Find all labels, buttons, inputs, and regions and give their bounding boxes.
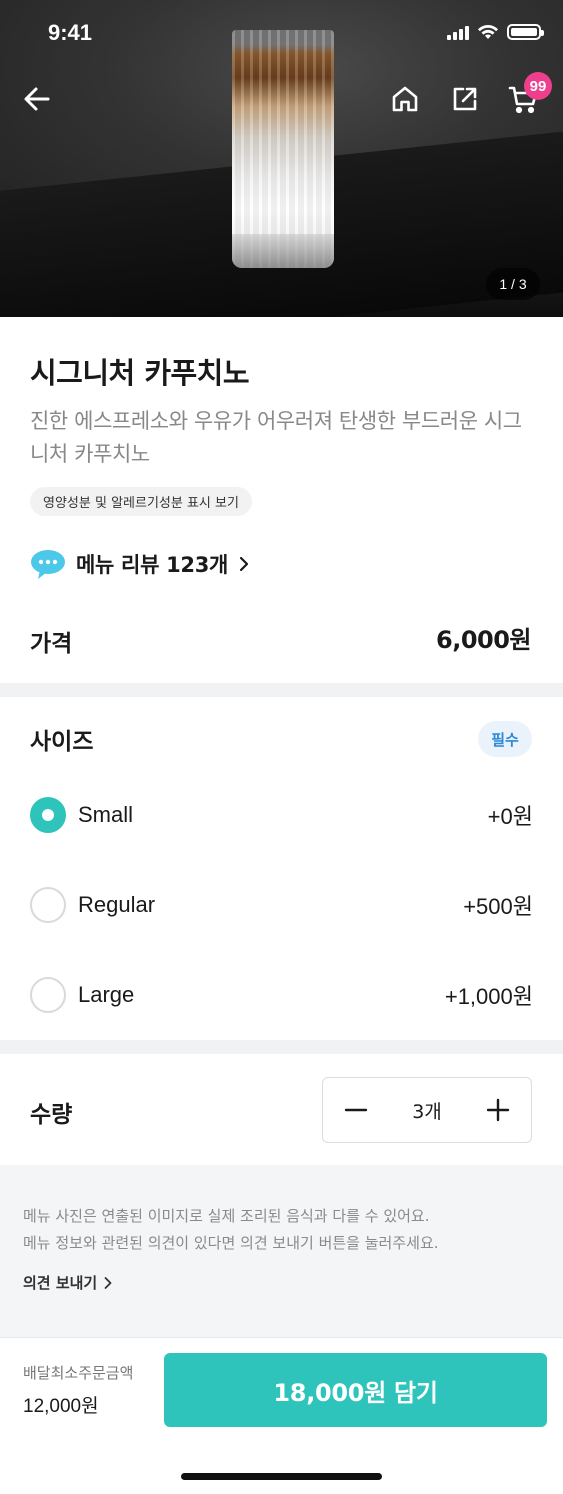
quantity-stepper: 3개: [322, 1077, 532, 1143]
size-option-price: +500원: [463, 894, 533, 919]
send-feedback-link[interactable]: 의견 보내기: [23, 1272, 113, 1293]
back-button[interactable]: [20, 82, 54, 116]
send-feedback-label: 의견 보내기: [23, 1274, 98, 1292]
size-option-price: +0원: [487, 804, 533, 829]
battery-icon: [507, 24, 544, 40]
share-icon: [453, 87, 477, 111]
home-indicator: [181, 1473, 382, 1480]
size-option-regular[interactable]: Regular +500원: [30, 885, 533, 925]
chat-bubble-icon: [31, 550, 65, 579]
size-option-small[interactable]: Small +0원: [30, 795, 533, 835]
section-divider: [0, 683, 563, 697]
quantity-value: 3개: [412, 1100, 442, 1123]
size-option-large[interactable]: Large +1,000원: [30, 975, 533, 1015]
nutrition-info-chip[interactable]: 영양성분 및 알레르기성분 표시 보기: [30, 487, 252, 516]
product-image[interactable]: [0, 0, 563, 317]
required-badge: 필수: [478, 721, 532, 757]
size-section-title: 사이즈: [30, 729, 94, 755]
notice-text: 메뉴 사진은 연출된 이미지로 실제 조리된 음식과 다를 수 있어요. 메뉴 …: [23, 1203, 543, 1257]
minus-icon: [344, 1108, 368, 1112]
price-value: 6,000원: [436, 626, 532, 654]
cellular-signal-icon: [447, 24, 469, 40]
size-option-name: Large: [78, 982, 135, 1007]
product-description: 진한 에스프레소와 우유가 어우러져 탄생한 부드러운 시그니처 카푸치노: [30, 409, 522, 466]
add-to-cart-button[interactable]: 18,000원 담기: [164, 1353, 547, 1427]
increase-quantity-button[interactable]: [465, 1078, 531, 1142]
share-button[interactable]: [448, 82, 482, 116]
quantity-section-title: 수량: [30, 1102, 73, 1128]
home-button[interactable]: [388, 82, 422, 116]
min-order-value: 12,000원: [23, 1396, 99, 1417]
wifi-icon: [478, 24, 498, 39]
status-icons: [447, 24, 544, 40]
chevron-right-icon: [239, 556, 249, 572]
arrow-left-icon: [24, 87, 50, 111]
product-title: 시그니처 카푸치노: [30, 356, 250, 390]
status-time: 9:41: [48, 20, 93, 45]
image-pager: 1 / 3: [486, 268, 540, 300]
price-label: 가격: [30, 631, 73, 657]
notice-line: 메뉴 사진은 연출된 이미지로 실제 조리된 음식과 다를 수 있어요.: [23, 1207, 430, 1225]
notice-line: 메뉴 정보와 관련된 의견이 있다면 의견 보내기 버튼을 눌러주세요.: [23, 1234, 439, 1252]
cappuccino-glass-image: [232, 30, 334, 268]
chevron-right-icon: [104, 1276, 112, 1289]
menu-review-label: 메뉴 리뷰 123개: [76, 553, 229, 577]
cart-count-badge: 99: [524, 72, 552, 100]
home-icon: [392, 86, 418, 112]
radio-unselected[interactable]: [30, 887, 66, 923]
size-option-price: +1,000원: [444, 984, 533, 1009]
min-order-label: 배달최소주문금액: [23, 1364, 134, 1382]
section-divider: [0, 1040, 563, 1054]
decrease-quantity-button[interactable]: [323, 1078, 389, 1142]
size-option-name: Small: [78, 802, 134, 827]
radio-unselected[interactable]: [30, 977, 66, 1013]
menu-review-link[interactable]: 메뉴 리뷰 123개: [30, 546, 250, 582]
radio-selected[interactable]: [30, 797, 66, 833]
plus-icon: [486, 1098, 510, 1122]
size-option-name: Regular: [78, 892, 156, 917]
